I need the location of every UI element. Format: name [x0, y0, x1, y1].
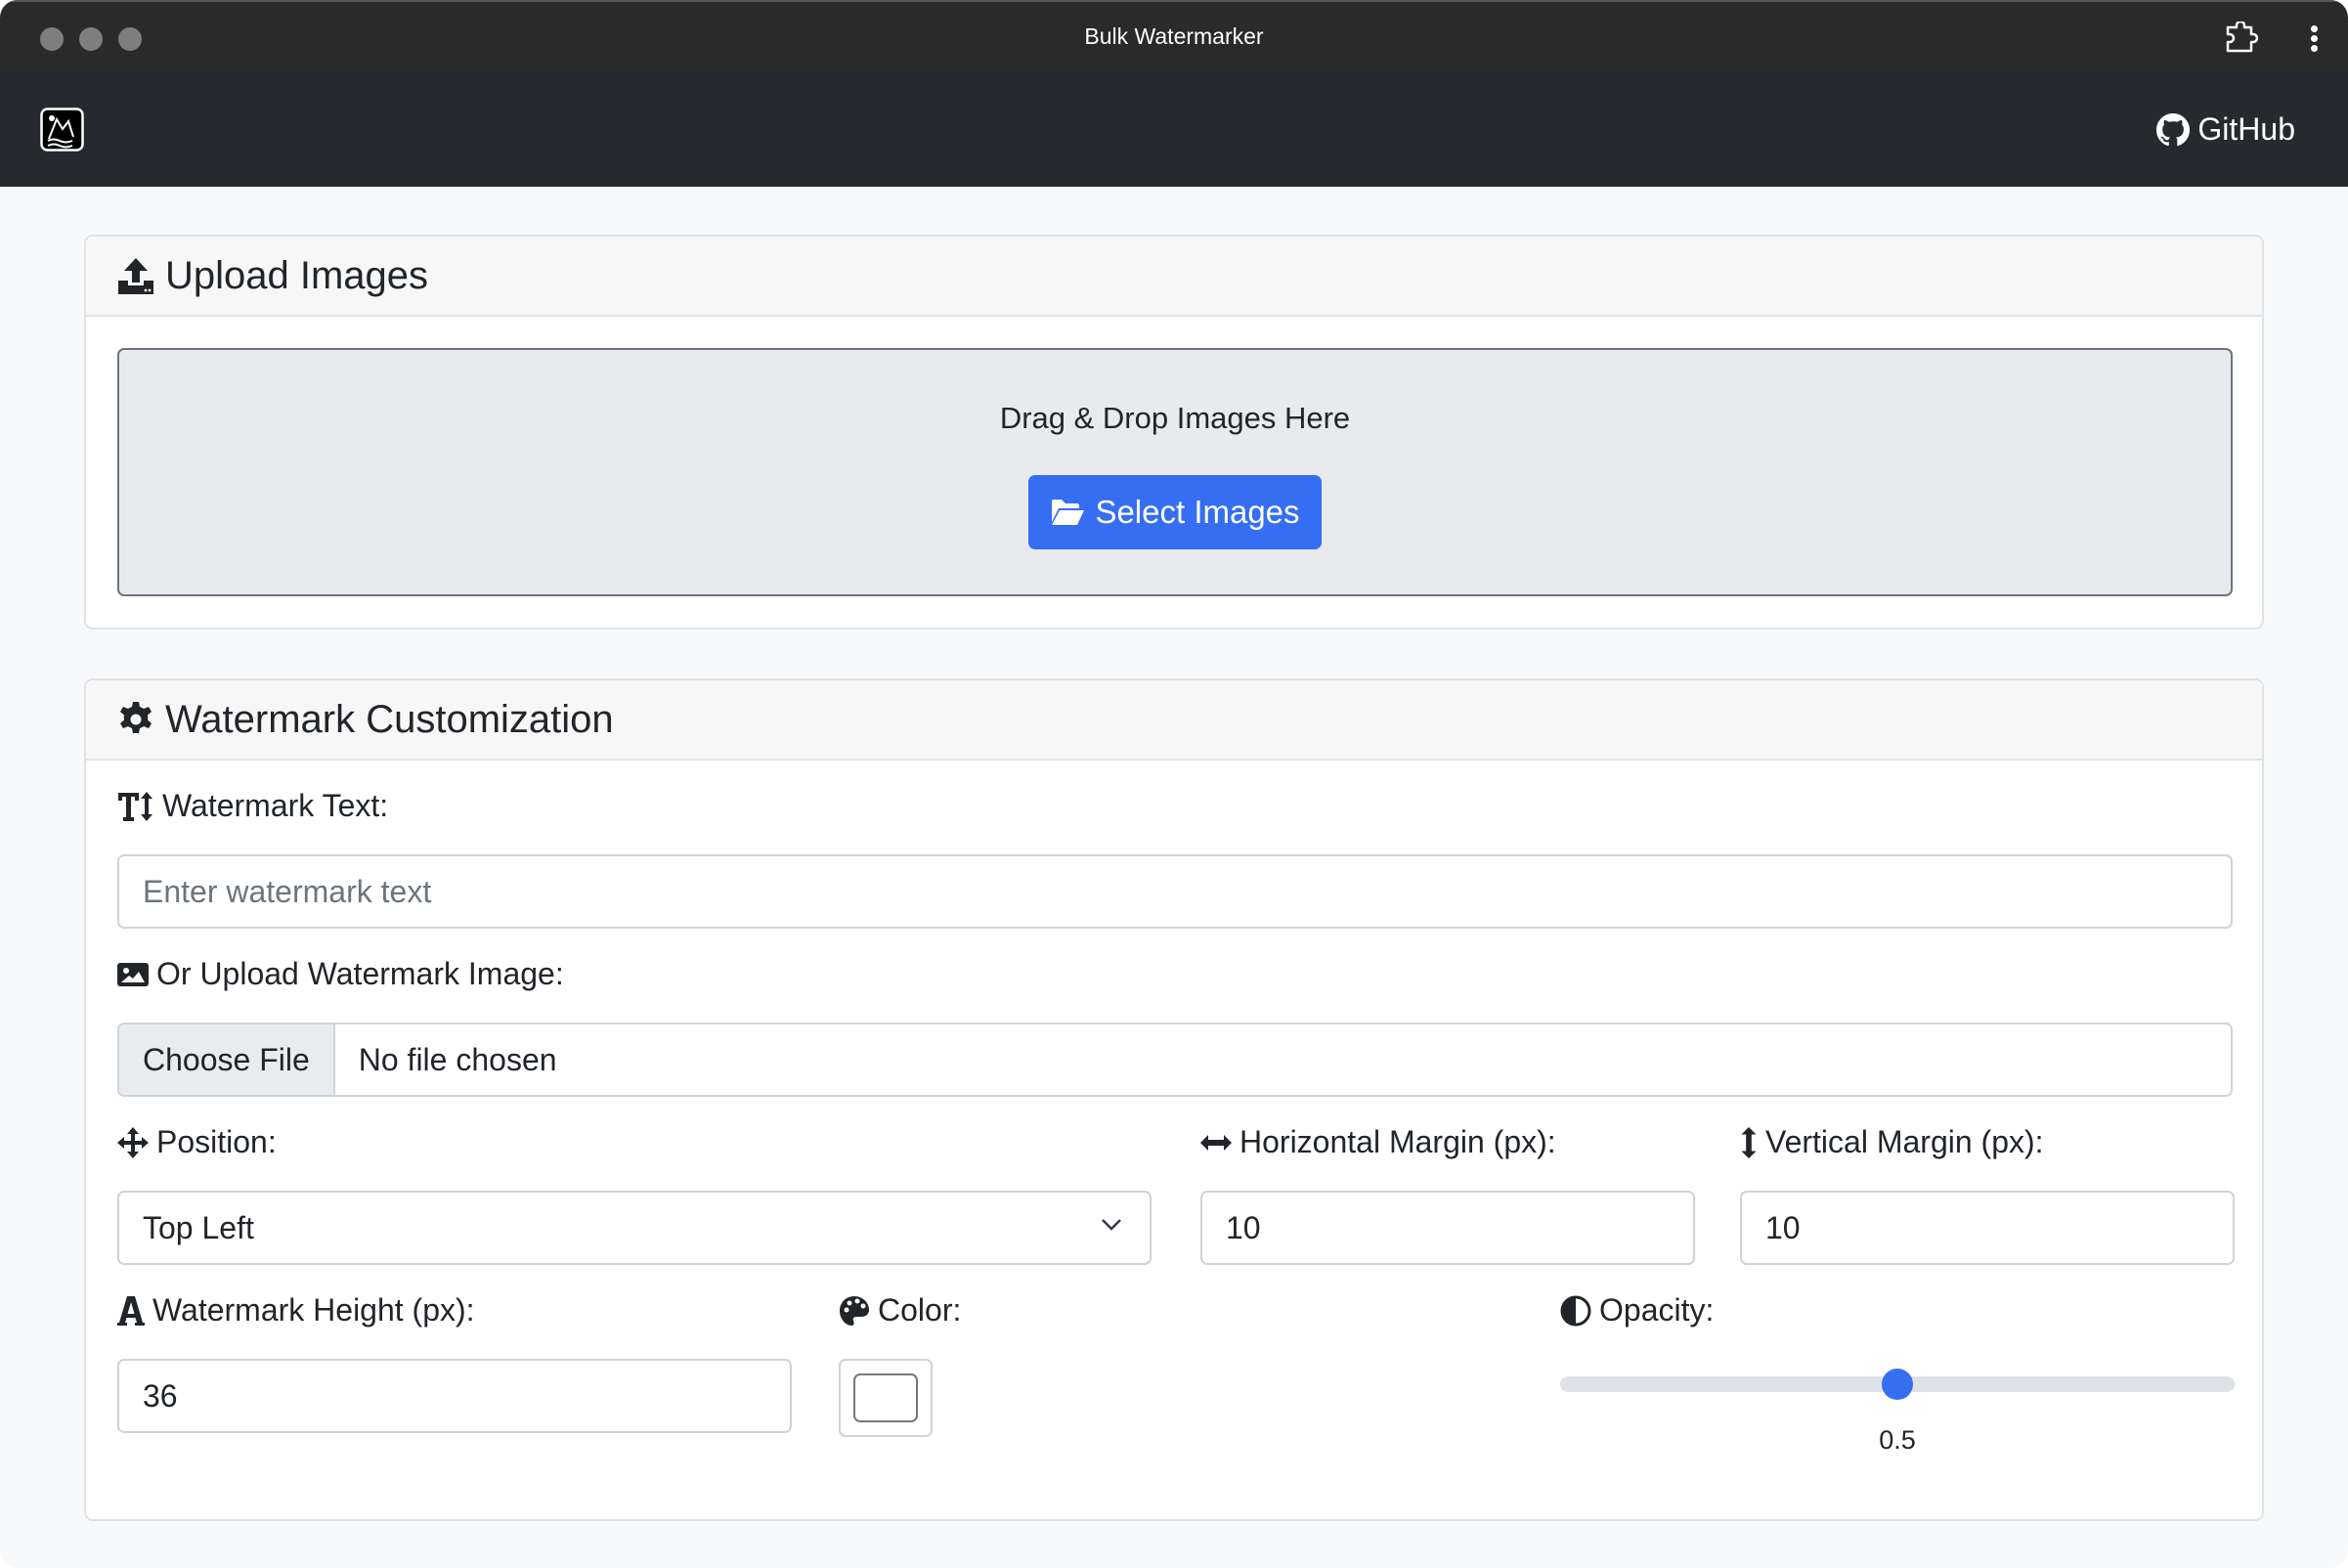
position-select[interactable]: Top Left: [117, 1191, 1152, 1265]
font-letter-icon: [117, 1295, 145, 1326]
vertical-margin-label-text: Vertical Margin (px):: [1765, 1124, 2044, 1159]
gear-icon: [120, 702, 152, 733]
watermark-text-label-text: Watermark Text:: [162, 788, 389, 823]
upload-icon: [118, 258, 153, 294]
vertical-margin-label: Vertical Margin (px):: [1740, 1124, 2044, 1160]
opacity-slider[interactable]: [1560, 1369, 2235, 1400]
watermark-image-label: Or Upload Watermark Image:: [117, 956, 564, 992]
arrows-move-icon: [117, 1126, 149, 1158]
horizontal-margin-input[interactable]: 10: [1200, 1191, 1695, 1265]
watermark-text-input[interactable]: Enter watermark text: [117, 854, 2233, 929]
watermark-image-file-input[interactable]: Choose File No file chosen: [117, 1023, 2233, 1097]
more-menu-icon[interactable]: [2309, 25, 2319, 53]
select-images-label: Select Images: [1095, 494, 1300, 530]
drop-zone[interactable]: Drag & Drop Images Here Select Images: [117, 348, 2233, 596]
vertical-margin-input[interactable]: 10: [1740, 1191, 2235, 1265]
select-images-button[interactable]: Select Images: [1028, 475, 1322, 549]
customization-card-header: Watermark Customization: [86, 680, 2262, 761]
opacity-value: 0.5: [1879, 1425, 1916, 1455]
customization-card-title: Watermark Customization: [165, 697, 614, 741]
watermark-height-label-text: Watermark Height (px):: [152, 1292, 475, 1328]
color-label-text: Color:: [878, 1292, 962, 1328]
arrows-horizontal-icon: [1200, 1134, 1232, 1151]
color-label: Color:: [839, 1292, 961, 1328]
position-label: Position:: [117, 1124, 277, 1160]
position-selected-value: Top Left: [143, 1209, 254, 1245]
watermark-height-label: Watermark Height (px):: [117, 1292, 475, 1328]
file-name-text: No file chosen: [358, 1041, 557, 1077]
color-swatch: [853, 1373, 918, 1422]
upload-card-title: Upload Images: [165, 253, 429, 297]
navbar: GitHub: [0, 70, 2348, 187]
github-label: GitHub: [2197, 111, 2295, 147]
text-height-icon: [118, 791, 152, 821]
upload-images-card: Upload Images Drag & Drop Images Here Se…: [84, 235, 2264, 630]
drop-zone-text: Drag & Drop Images Here: [999, 401, 1351, 435]
contrast-icon: [1560, 1295, 1591, 1326]
app-window: Bulk Watermarker GitHub Upload Images Dr…: [0, 0, 2348, 1568]
arrows-vertical-icon: [1741, 1126, 1757, 1158]
chevron-down-icon: [1102, 1219, 1121, 1231]
opacity-label-text: Opacity:: [1599, 1292, 1715, 1328]
palette-icon: [840, 1295, 869, 1326]
folder-open-icon: [1052, 500, 1085, 525]
horizontal-margin-label: Horizontal Margin (px):: [1200, 1124, 1556, 1160]
position-label-text: Position:: [156, 1124, 277, 1159]
opacity-slider-thumb[interactable]: [1882, 1369, 1913, 1400]
upload-card-header: Upload Images: [86, 237, 2262, 317]
watermark-customization-card: Watermark Customization Watermark Text: …: [84, 678, 2264, 1521]
github-icon: [2156, 112, 2191, 146]
window-title: Bulk Watermarker: [1084, 23, 1264, 49]
watermark-height-input[interactable]: 36: [117, 1359, 792, 1433]
color-picker[interactable]: [839, 1359, 933, 1437]
watermark-image-label-text: Or Upload Watermark Image:: [156, 956, 564, 991]
extension-puzzle-icon[interactable]: [2225, 22, 2258, 53]
opacity-label: Opacity:: [1560, 1292, 1714, 1328]
title-bar: Bulk Watermarker: [0, 0, 2348, 70]
watermark-text-label: Watermark Text:: [117, 788, 388, 824]
image-icon: [117, 962, 149, 986]
github-link[interactable]: GitHub: [2156, 111, 2295, 148]
choose-file-button[interactable]: Choose File: [119, 1024, 335, 1095]
image-logo-icon[interactable]: [40, 108, 84, 152]
horizontal-margin-label-text: Horizontal Margin (px):: [1239, 1124, 1556, 1159]
